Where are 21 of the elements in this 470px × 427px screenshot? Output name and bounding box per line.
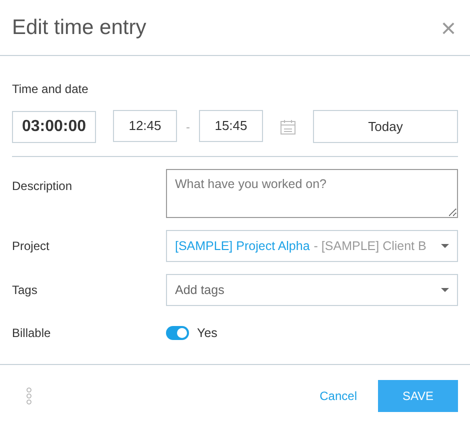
caret-icon xyxy=(441,244,449,248)
date-button[interactable]: Today xyxy=(313,110,458,143)
time-separator: - xyxy=(186,120,190,134)
dialog-title: Edit time entry xyxy=(12,16,146,40)
start-time-field[interactable]: 12:45 xyxy=(113,110,177,142)
duration-field[interactable]: 03:00:00 xyxy=(12,110,96,142)
tags-dropdown[interactable]: Add tags xyxy=(166,274,458,306)
tags-label: Tags xyxy=(12,283,38,297)
project-label: Project xyxy=(12,239,50,253)
caret-icon xyxy=(441,288,449,292)
time-and-date-label: Time and date xyxy=(12,82,90,96)
description-field[interactable]: What have you worked on? xyxy=(166,169,458,218)
project-dropdown[interactable]: [SAMPLE] Project Alpha - [SAMPLE] Client B xyxy=(166,230,458,262)
cancel-button[interactable]: Cancel xyxy=(316,385,361,407)
calendar-icon[interactable] xyxy=(280,118,296,134)
billable-toggle[interactable] xyxy=(166,326,189,340)
billable-value: Yes xyxy=(197,326,218,340)
more-icon[interactable] xyxy=(26,387,32,405)
end-time-field[interactable]: 15:45 xyxy=(199,110,263,142)
billable-label: Billable xyxy=(12,326,52,340)
description-label: Description xyxy=(12,179,74,193)
